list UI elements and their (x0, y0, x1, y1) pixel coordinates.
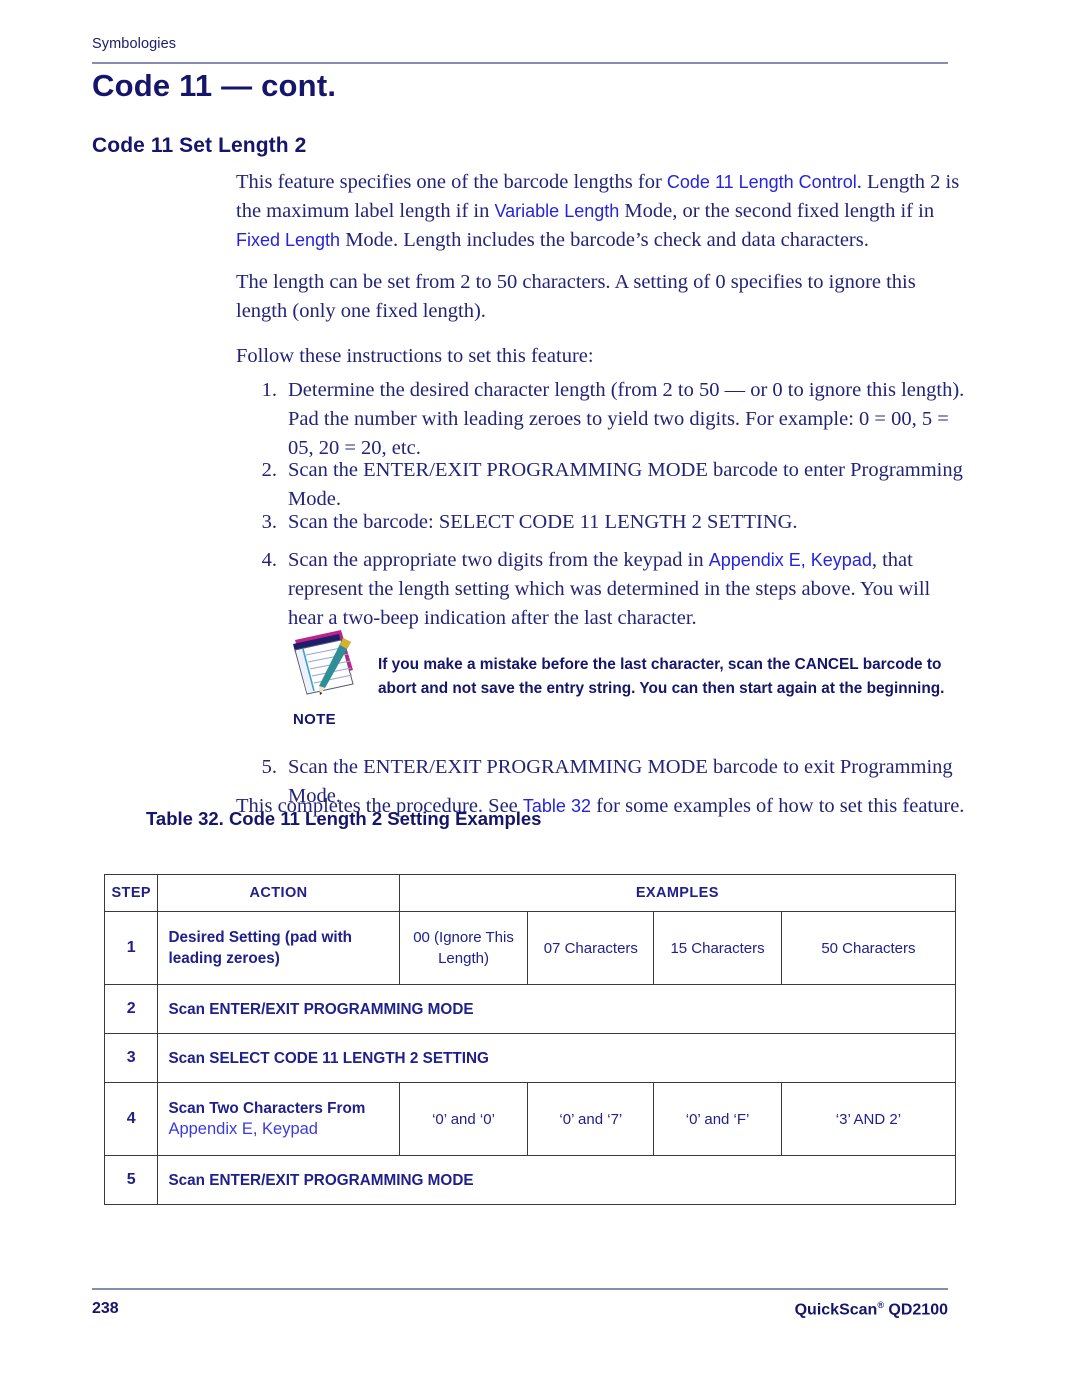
table-row: 3 Scan SELECT CODE 11 LENGTH 2 SETTING (103, 1033, 956, 1083)
table-row: 5 Scan ENTER/EXIT PROGRAMMING MODE (103, 1155, 956, 1205)
row-example-4: ‘3’ AND 2’ (780, 1082, 957, 1156)
page-title: Code 11 — cont. (92, 68, 337, 103)
intro-text-d: Mode. Length includes the barcode’s chec… (340, 229, 869, 251)
row-example-4: 50 Characters (780, 911, 957, 985)
list-item-text: Determine the desired character length (… (288, 379, 965, 459)
column-header-step: STEP (103, 874, 159, 912)
list-item-number: 1. (261, 379, 277, 401)
list-item-number: 2. (261, 459, 277, 481)
page-number: 238 (92, 1300, 119, 1317)
list-item: 1. Determine the desired character lengt… (236, 376, 966, 463)
row-action: Scan ENTER/EXIT PROGRAMMING MODE (157, 984, 956, 1034)
list-item-number: 5. (261, 756, 277, 778)
intro-text-c: Mode, or the second fixed length if in (619, 200, 935, 222)
row-action: Scan SELECT CODE 11 LENGTH 2 SETTING (157, 1033, 956, 1083)
intro-paragraph: This feature specifies one of the barcod… (236, 168, 964, 255)
closing-text-b: for some examples of how to set this fea… (590, 795, 965, 817)
row-example-2: ‘0’ and ‘7’ (527, 1082, 655, 1156)
column-header-examples: EXAMPLES (398, 874, 957, 912)
link-fixed-length[interactable]: Fixed Length (236, 230, 340, 250)
list-item-text: Scan the barcode: SELECT CODE 11 LENGTH … (288, 511, 798, 533)
link-code-11-length-control[interactable]: Code 11 Length Control (667, 172, 857, 192)
product-label: QuickScan (794, 1301, 878, 1319)
running-head: Symbologies (92, 36, 177, 52)
settings-examples-table: STEP ACTION EXAMPLES 1 Desired Setting (… (103, 874, 957, 1205)
row-step-number: 3 (103, 1033, 159, 1083)
product-name: QuickScan® QD2100 (795, 1300, 948, 1319)
row-action: Scan Two Characters From Appendix E, Key… (157, 1082, 400, 1156)
header-divider (92, 62, 948, 64)
row-example-2: 07 Characters (527, 911, 655, 985)
step4-text-a: Scan the appropriate two digits from the… (288, 549, 709, 571)
note-text: If you make a mistake before the last ch… (378, 656, 945, 697)
column-header-action: ACTION (157, 874, 400, 912)
row-example-3: 15 Characters (653, 911, 782, 985)
list-item: 2. Scan the ENTER/EXIT PROGRAMMING MODE … (236, 456, 966, 514)
notepad-pencil-icon (283, 626, 359, 700)
list-item-text: Scan the appropriate two digits from the… (288, 546, 966, 633)
link-variable-length[interactable]: Variable Length (494, 201, 619, 221)
registered-mark: ® (877, 1300, 884, 1310)
row-example-1: 00 (Ignore This Length) (398, 911, 529, 985)
list-item: 4. Scan the appropriate two digits from … (236, 546, 966, 633)
table-caption: Table 32. Code 11 Length 2 Setting Examp… (146, 808, 542, 829)
instructions-lead-in: Follow these instructions to set this fe… (236, 345, 594, 367)
row-example-1: ‘0’ and ‘0’ (398, 1082, 529, 1156)
row-step-number: 2 (103, 984, 159, 1034)
row-step-number: 5 (103, 1155, 159, 1205)
row-step-number: 1 (103, 911, 159, 985)
row-action-text: Scan Two Characters From (168, 1100, 366, 1117)
list-item: 3. Scan the barcode: SELECT CODE 11 LENG… (236, 508, 966, 537)
row-step-number: 4 (103, 1082, 159, 1156)
table-row: 2 Scan ENTER/EXIT PROGRAMMING MODE (103, 984, 956, 1034)
table-header-row: STEP ACTION EXAMPLES (103, 874, 957, 912)
list-item-number: 3. (261, 511, 277, 533)
table-row: 1 Desired Setting (pad with leading zero… (103, 911, 957, 985)
link-appendix-e-keypad[interactable]: Appendix E, Keypad (709, 550, 872, 570)
intro-text-a: This feature specifies one of the barcod… (236, 171, 667, 193)
list-item-number: 4. (261, 549, 277, 571)
row-action: Scan ENTER/EXIT PROGRAMMING MODE (157, 1155, 956, 1205)
length-range-paragraph: The length can be set from 2 to 50 chara… (236, 271, 916, 322)
section-title: Code 11 Set Length 2 (92, 134, 307, 157)
link-appendix-e-keypad-table[interactable]: Appendix E, Keypad (168, 1120, 318, 1138)
table-row: 4 Scan Two Characters From Appendix E, K… (103, 1082, 957, 1156)
document-page: Symbologies Code 11 — cont. Code 11 Set … (0, 0, 1080, 1397)
list-item-text: Scan the ENTER/EXIT PROGRAMMING MODE bar… (288, 459, 963, 510)
model-label: QD2100 (883, 1301, 948, 1319)
note-label: NOTE (293, 711, 336, 728)
row-action: Desired Setting (pad with leading zeroes… (157, 911, 400, 985)
row-example-3: ‘0’ and ‘F’ (653, 1082, 782, 1156)
footer-divider (92, 1288, 948, 1290)
